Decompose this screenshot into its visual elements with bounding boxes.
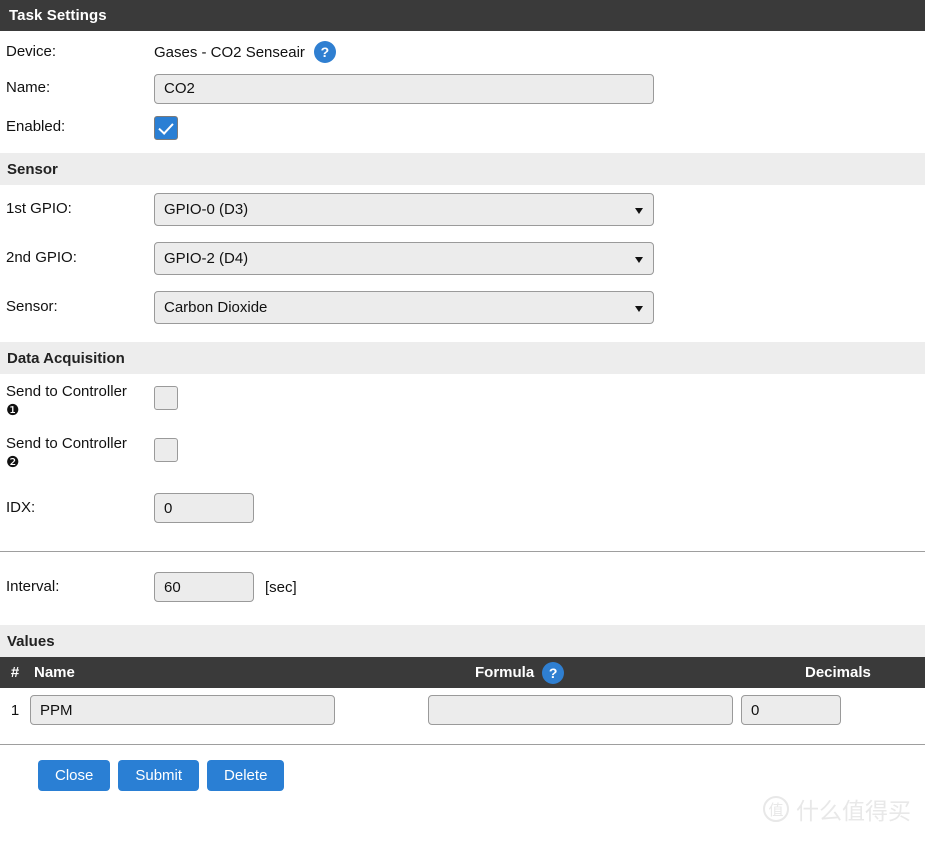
gpio2-select-wrap: GPIO-2 (D4) xyxy=(154,242,654,275)
column-header-formula-group: Formula ? xyxy=(475,661,805,684)
window-title-bar: Task Settings xyxy=(0,0,925,31)
name-input[interactable] xyxy=(154,73,654,104)
sensor-label: Sensor: xyxy=(6,298,58,316)
section-header-sensor: Sensor xyxy=(0,153,925,185)
device-label: Device: xyxy=(6,42,57,60)
enabled-checkbox[interactable] xyxy=(154,115,178,140)
gpio1-select[interactable]: GPIO-0 (D3) xyxy=(154,193,654,226)
send-to-controller-1-label: Send to Controller xyxy=(6,383,127,400)
interval-unit: [sec] xyxy=(265,578,297,596)
enabled-row: Enabled: xyxy=(0,108,925,147)
device-row: Device: Gases - CO2 Senseair ? xyxy=(0,31,925,69)
section-header-values: Values xyxy=(0,625,925,657)
controller-1-badge-icon: ❶ xyxy=(6,402,20,420)
gpio2-row: 2nd GPIO: GPIO-2 (D4) xyxy=(0,234,925,283)
row-decimals-cell xyxy=(733,695,841,725)
send-to-controller-2-row: Send to Controller ❷ xyxy=(0,430,925,486)
page-title: Task Settings xyxy=(9,7,107,24)
formula-question-mark-icon[interactable]: ? xyxy=(542,661,565,684)
send-to-controller-1-checkbox[interactable] xyxy=(154,386,178,410)
enabled-label: Enabled: xyxy=(6,118,66,136)
value-formula-input[interactable] xyxy=(428,695,733,725)
sensor-section-title: Sensor xyxy=(7,160,58,178)
row-formula-cell xyxy=(340,695,733,725)
sensor-select[interactable]: Carbon Dioxide xyxy=(154,291,654,324)
name-row: Name: xyxy=(0,69,925,108)
send-to-controller-1-label-group: Send to Controller ❶ xyxy=(6,382,154,420)
watermark-text: 什么值得买 xyxy=(796,799,911,825)
value-decimals-input[interactable] xyxy=(741,695,841,725)
send-to-controller-1-row: Send to Controller ❶ xyxy=(0,374,925,430)
section-header-data-acquisition: Data Acquisition xyxy=(0,342,925,374)
column-header-decimals: Decimals xyxy=(805,664,871,681)
name-label: Name: xyxy=(6,79,51,97)
question-mark-icon[interactable]: ? xyxy=(313,41,336,63)
device-value-group: Gases - CO2 Senseair ? xyxy=(154,41,336,63)
row-number: 1 xyxy=(10,701,20,719)
column-header-number: # xyxy=(10,664,20,681)
send-to-controller-2-label: Send to Controller xyxy=(6,435,127,452)
controller-2-badge-icon: ❷ xyxy=(6,454,20,472)
table-row: 1 xyxy=(0,688,925,732)
delete-button[interactable]: Delete xyxy=(207,760,285,791)
watermark-logo-icon: 值 xyxy=(763,796,789,822)
column-header-name: Name xyxy=(34,664,75,681)
close-button[interactable]: Close xyxy=(38,760,111,791)
gpio1-row: 1st GPIO: GPIO-0 (D3) xyxy=(0,185,925,234)
send-to-controller-2-label-group: Send to Controller ❷ xyxy=(6,434,154,472)
submit-button[interactable]: Submit xyxy=(118,760,200,791)
watermark: 值 什么值得买 xyxy=(763,792,911,826)
data-acquisition-section-title: Data Acquisition xyxy=(7,349,125,367)
gpio2-label: 2nd GPIO: xyxy=(6,249,77,267)
sensor-row: Sensor: Carbon Dioxide xyxy=(0,283,925,332)
value-name-input[interactable] xyxy=(30,695,335,725)
send-to-controller-2-checkbox[interactable] xyxy=(154,438,178,462)
footer-button-bar: Close Submit Delete xyxy=(0,745,925,791)
interval-input[interactable] xyxy=(154,572,254,602)
idx-label: IDX: xyxy=(6,498,36,516)
idx-row: IDX: xyxy=(0,486,925,530)
interval-row: Interval: [sec] xyxy=(0,567,925,607)
gpio1-select-wrap: GPIO-0 (D3) xyxy=(154,193,654,226)
gpio2-select[interactable]: GPIO-2 (D4) xyxy=(154,242,654,275)
values-section-title: Values xyxy=(7,632,55,650)
idx-input[interactable] xyxy=(154,493,254,523)
task-settings-page: Task Settings Device: Gases - CO2 Sensea… xyxy=(0,0,925,841)
column-header-formula: Formula xyxy=(475,664,535,681)
sensor-select-wrap: Carbon Dioxide xyxy=(154,291,654,324)
values-table-header: # Name Formula ? Decimals xyxy=(0,657,925,688)
row-name-cell xyxy=(30,695,340,725)
device-value: Gases - CO2 Senseair xyxy=(154,43,305,61)
gpio1-label: 1st GPIO: xyxy=(6,200,72,218)
interval-label: Interval: xyxy=(6,577,60,595)
